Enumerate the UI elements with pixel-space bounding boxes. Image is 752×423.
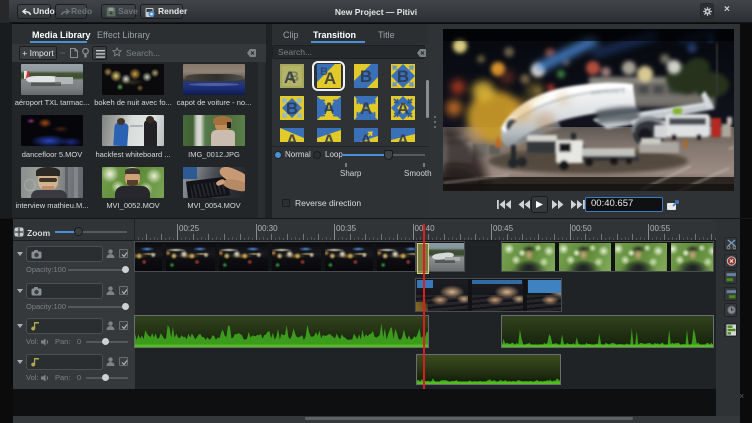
svg-text:B: B: [286, 99, 298, 118]
svg-text:A: A: [397, 99, 409, 118]
svg-text:B: B: [289, 68, 299, 84]
svg-text:A: A: [286, 131, 298, 142]
svg-text:A: A: [360, 99, 372, 118]
svg-text:B: B: [397, 67, 409, 86]
svg-text:B: B: [360, 67, 372, 86]
svg-text:A: A: [323, 131, 335, 142]
svg-text:A: A: [397, 131, 409, 142]
